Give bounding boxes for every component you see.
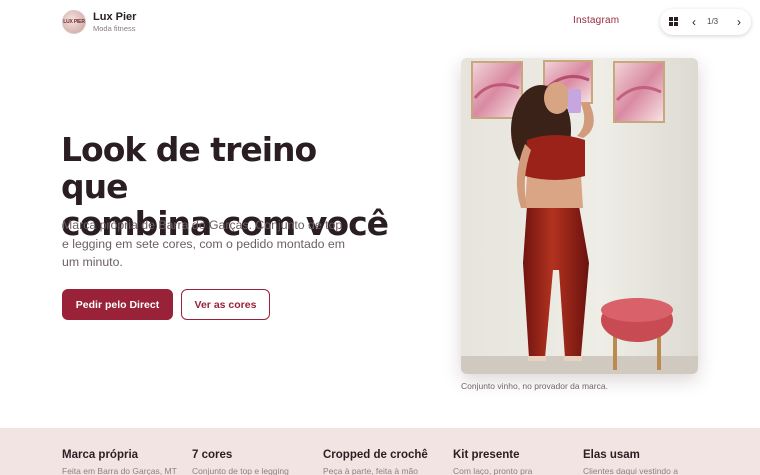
see-colors-button[interactable]: Ver as cores [181,289,270,320]
feature-desc: Feita em Barra do Garças, MT [62,466,177,475]
feature-title: Elas usam [583,449,640,461]
feature-item: 7 cores Conjunto de top e legging [192,449,289,475]
grid-icon[interactable] [669,17,678,26]
hero-description: Marca própria de Barra do Garças. Conjun… [62,218,345,269]
site-header: LUX PIER Lux Pier Moda fitness Instagram… [0,0,760,44]
chevron-right-icon[interactable]: › [731,13,747,31]
feature-title: Kit presente [453,449,520,461]
brand[interactable]: LUX PIER Lux Pier Moda fitness [62,10,136,34]
chevron-left-icon[interactable]: ‹ [686,13,702,31]
brand-logo: LUX PIER [62,10,86,34]
logo-text: LUX PIER [63,19,85,25]
feature-title: Cropped de crochê [323,449,428,461]
hero-photo [461,58,698,374]
feature-desc: Clientes daqui vestindo a [583,466,678,475]
feature-desc: Conjunto de top e legging [192,466,289,475]
feature-title: Marca própria [62,449,139,461]
feature-desc: Peça à parte, feita à mão [323,466,418,475]
photo-caption: Conjunto vinho, no provador da marca. [461,381,608,391]
slide-counter: 1/3 [707,17,719,26]
order-direct-button[interactable]: Pedir pelo Direct [62,289,173,320]
feature-item: Marca própria Feita em Barra do Garças, … [62,449,177,475]
brand-tagline: Moda fitness [93,23,136,33]
feature-item: Kit presente Com laço, pronto pra [453,449,532,475]
feature-item: Cropped de crochê Peça à parte, feita à … [323,449,428,475]
slide-pager: ‹ 1/3 › [660,9,751,35]
feature-item: Elas usam Clientes daqui vestindo a [583,449,678,475]
feature-desc: Com laço, pronto pra [453,466,533,475]
brand-name: Lux Pier [93,10,137,23]
brand-text: Lux Pier Moda fitness [93,10,137,33]
feature-title: 7 cores [192,449,233,461]
hero-title-line-1: Look de treino que [61,130,317,206]
instagram-link[interactable]: Instagram [573,15,619,26]
